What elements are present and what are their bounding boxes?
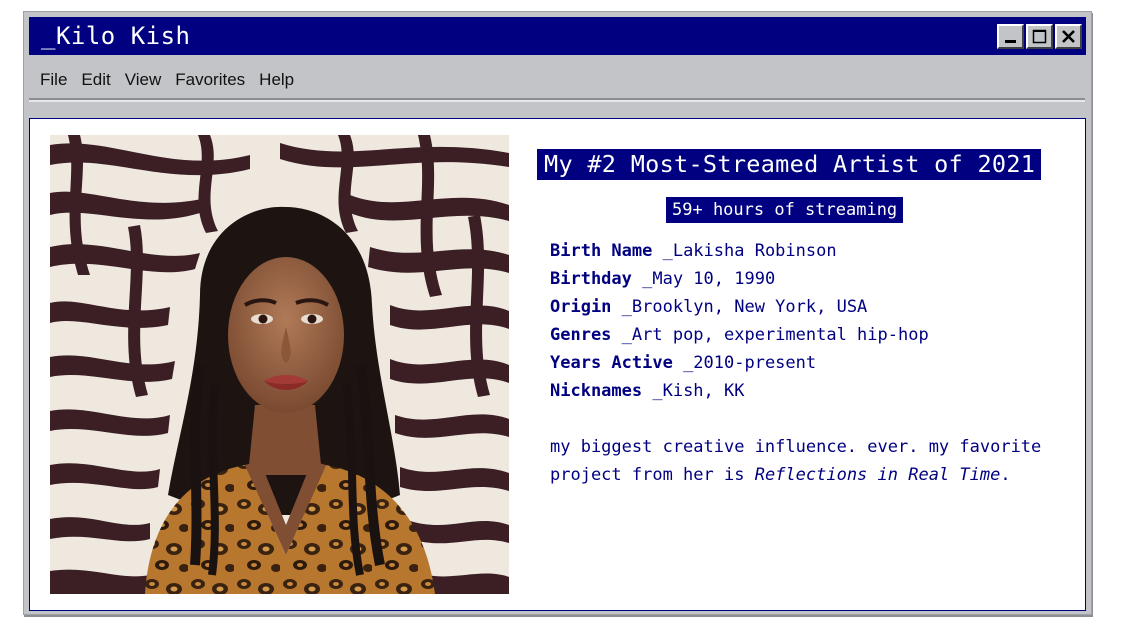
fact-genres: Genres _Art pop, experimental hip-hop	[550, 321, 929, 349]
fact-birthday: Birthday _May 10, 1990	[550, 265, 929, 293]
fact-value: _Kish, KK	[642, 381, 745, 401]
app-window: _Kilo Kish File Edit View Favorites Help…	[23, 11, 1092, 615]
fact-label: Genres	[550, 325, 612, 345]
favorite-project-title: Reflections in Real Time	[754, 465, 1001, 485]
artist-photo	[50, 135, 509, 594]
menu-view[interactable]: View	[123, 68, 168, 92]
description-end: .	[1000, 465, 1011, 485]
menu-help[interactable]: Help	[257, 68, 300, 92]
fact-label: Birthday	[550, 269, 632, 289]
fact-label: Origin	[550, 297, 612, 317]
fact-origin: Origin _Brooklyn, New York, USA	[550, 293, 929, 321]
window-title: _Kilo Kish	[41, 22, 191, 50]
menu-file[interactable]: File	[38, 68, 73, 92]
content-pane: My #2 Most-Streamed Artist of 2021 59+ h…	[29, 118, 1086, 611]
maximize-button[interactable]	[1026, 24, 1053, 49]
fact-nicknames: Nicknames _Kish, KK	[550, 377, 929, 405]
menu-bar: File Edit View Favorites Help	[38, 68, 306, 92]
page-heading: My #2 Most-Streamed Artist of 2021	[537, 149, 1042, 180]
menu-edit[interactable]: Edit	[79, 68, 116, 92]
title-bar[interactable]: _Kilo Kish	[29, 17, 1086, 55]
artist-photo-illustration	[50, 135, 509, 594]
fact-years-active: Years Active _2010-present	[550, 349, 929, 377]
minimize-button[interactable]	[997, 24, 1024, 49]
close-icon	[1062, 30, 1075, 43]
fact-value: _May 10, 1990	[631, 269, 776, 289]
fact-birth-name: Birth Name _Lakisha Robinson	[550, 237, 929, 265]
artist-facts: Birth Name _Lakisha Robinson Birthday _M…	[550, 237, 929, 405]
fact-label: Years Active	[550, 353, 673, 373]
menu-divider	[29, 98, 1085, 102]
fact-value: _Lakisha Robinson	[652, 241, 837, 261]
minimize-icon	[1005, 40, 1016, 43]
menu-favorites[interactable]: Favorites	[173, 68, 251, 92]
fact-label: Birth Name	[550, 241, 653, 261]
fact-value: _Art pop, experimental hip-hop	[611, 325, 929, 345]
maximize-icon	[1032, 29, 1047, 44]
fact-value: _2010-present	[672, 353, 817, 373]
fact-label: Nicknames	[550, 381, 643, 401]
close-button[interactable]	[1055, 24, 1082, 49]
description-text: my biggest creative influence. ever. my …	[550, 433, 1050, 489]
streaming-hours-badge: 59+ hours of streaming	[666, 197, 904, 223]
window-controls	[997, 24, 1082, 50]
fact-value: _Brooklyn, New York, USA	[611, 297, 868, 317]
